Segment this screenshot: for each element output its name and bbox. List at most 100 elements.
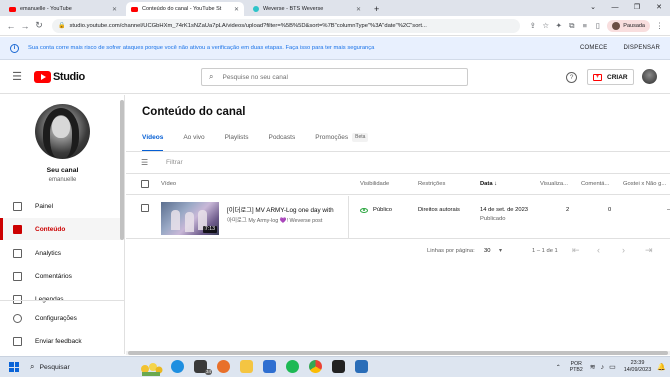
- capcut-icon[interactable]: [332, 360, 345, 373]
- sidebar-item-settings[interactable]: Configurações: [0, 307, 122, 329]
- bookmark-star-icon[interactable]: ☆: [539, 21, 552, 30]
- show-hidden-icons-icon[interactable]: ⌃: [556, 364, 561, 371]
- horizontal-scrollbar[interactable]: [126, 351, 670, 355]
- close-icon[interactable]: ✕: [356, 6, 361, 13]
- extensions-puzzle-icon[interactable]: ⧉: [565, 21, 578, 31]
- flowers-widget-icon[interactable]: [139, 358, 163, 376]
- reload-icon[interactable]: ↻: [32, 20, 46, 31]
- volume-icon[interactable]: ♪: [601, 364, 605, 371]
- column-header-restrictions[interactable]: Restrições: [418, 181, 445, 187]
- edge-browser-icon[interactable]: [171, 360, 184, 373]
- sidebar-scrollbar[interactable]: [120, 100, 124, 240]
- youtube-studio-favicon-icon: [131, 6, 138, 12]
- sidebar-item-feedback[interactable]: Enviar feedback: [0, 330, 122, 352]
- sidebar-item-dashboard[interactable]: Painel: [0, 195, 122, 217]
- taskbar-search[interactable]: ⌕ Pesquisar: [30, 362, 70, 372]
- menu-icon[interactable]: ☰: [0, 70, 34, 83]
- window-close-icon[interactable]: ✕: [648, 0, 670, 16]
- filter-icon[interactable]: ☰: [141, 158, 150, 167]
- date-value: 14 de set. de 2023: [480, 207, 529, 213]
- tab-playlists[interactable]: Playlists: [225, 134, 249, 150]
- video-title[interactable]: [이더로그] MV ARMY-Log one day with: [227, 205, 347, 214]
- close-icon[interactable]: ✕: [112, 6, 117, 13]
- lock-icon[interactable]: 🔒: [58, 22, 65, 29]
- address-bar[interactable]: 🔒 studio.youtube.com/channel/UCGbHXm_74r…: [52, 18, 521, 33]
- account-avatar[interactable]: [642, 69, 657, 84]
- beta-badge: Beta: [352, 133, 369, 142]
- wifi-icon[interactable]: ≋: [590, 363, 596, 371]
- channel-search-box[interactable]: ⌕: [201, 68, 468, 86]
- sidebar-item-content[interactable]: Conteúdo: [0, 218, 122, 240]
- firefox-icon[interactable]: [217, 360, 230, 373]
- table-header: Vídeo Visibilidade Restrições Data ↓ Vis…: [126, 175, 670, 195]
- tab-search-icon[interactable]: ⌄: [582, 0, 604, 16]
- next-page-icon[interactable]: ›: [622, 245, 625, 255]
- thumbnail-figure: [171, 210, 180, 230]
- column-header-visibility[interactable]: Visibilidade: [360, 181, 389, 187]
- select-all-checkbox[interactable]: [141, 180, 149, 188]
- tab-videos[interactable]: Vídeos: [142, 134, 164, 152]
- column-header-comments[interactable]: Comentá...: [581, 181, 609, 187]
- share-icon[interactable]: ⇪: [526, 21, 539, 30]
- side-panel-icon[interactable]: ▯: [591, 21, 604, 30]
- language-indicator[interactable]: POR PTB2: [570, 361, 583, 373]
- visibility-selector[interactable]: Público: [360, 207, 392, 213]
- dropdown-caret-icon[interactable]: ▾: [499, 247, 502, 254]
- tab-podcasts[interactable]: Podcasts: [268, 134, 295, 150]
- column-header-date[interactable]: Data ↓: [480, 181, 497, 187]
- forward-icon[interactable]: →: [18, 21, 32, 31]
- rows-per-page-select[interactable]: 30: [484, 248, 490, 254]
- help-icon[interactable]: ?: [566, 72, 577, 83]
- sidebar-item-label: Comentários: [35, 272, 72, 280]
- sidebar-item-analytics[interactable]: Analytics: [0, 242, 122, 264]
- taskbar-search-label: Pesquisar: [39, 363, 70, 371]
- scrollbar-thumb[interactable]: [128, 351, 668, 355]
- windows-start-icon[interactable]: [9, 362, 19, 372]
- back-icon[interactable]: ←: [4, 21, 18, 31]
- search-icon: ⌕: [209, 72, 214, 81]
- new-tab-button[interactable]: +: [374, 2, 379, 16]
- filter-input[interactable]: Filtrar: [166, 159, 183, 166]
- profile-paused-button[interactable]: Pausada: [607, 19, 650, 32]
- sidebar-item-label: Conteúdo: [35, 225, 66, 233]
- channel-avatar[interactable]: [35, 104, 90, 159]
- filter-bar[interactable]: ☰ Filtrar: [126, 152, 670, 174]
- spotify-icon[interactable]: [286, 360, 299, 373]
- file-explorer-icon[interactable]: [240, 360, 253, 373]
- table-row[interactable]: 7:13 [이더로그] MV ARMY-Log one day with 아미로…: [126, 196, 670, 239]
- previous-page-icon[interactable]: ‹: [597, 245, 600, 255]
- column-header-views[interactable]: Visualiza...: [540, 181, 568, 187]
- last-page-icon[interactable]: ⇥: [645, 245, 653, 256]
- more-menu-icon[interactable]: ⋮: [653, 21, 666, 30]
- browser-tab-studio[interactable]: Conteúdo do canal - YouTube St ✕: [126, 2, 244, 16]
- dismiss-button[interactable]: DISPENSAR: [624, 45, 660, 51]
- column-header-likes[interactable]: Gostei x Não g...: [623, 181, 666, 187]
- studio-logo[interactable]: Studio: [34, 70, 85, 83]
- row-checkbox[interactable]: [141, 204, 149, 212]
- browser-tab-weverse[interactable]: Weverse - BTS Weverse ✕: [248, 2, 366, 16]
- extension-icon[interactable]: ✦: [552, 21, 565, 30]
- reading-list-icon[interactable]: ≡: [578, 21, 591, 30]
- restrictions-value[interactable]: Direitos autorais: [418, 207, 460, 213]
- tab-promotions[interactable]: Promoções Beta: [315, 133, 369, 150]
- close-icon[interactable]: ✕: [234, 6, 239, 13]
- microsoft-store-icon[interactable]: [263, 360, 276, 373]
- battery-icon[interactable]: ▭: [609, 363, 616, 371]
- maximize-icon[interactable]: ❐: [626, 0, 648, 16]
- taskbar-clock[interactable]: 23:39 14/09/2023: [624, 360, 652, 374]
- task-view-icon[interactable]: 34: [194, 360, 212, 375]
- minimize-icon[interactable]: —: [604, 0, 626, 16]
- tab-promotions-label: Promoções: [315, 134, 349, 141]
- first-page-icon[interactable]: ⇤: [572, 245, 580, 256]
- video-thumbnail[interactable]: 7:13: [161, 202, 219, 235]
- tab-live[interactable]: Ao vivo: [183, 134, 204, 150]
- chrome-icon[interactable]: [309, 360, 322, 373]
- page-title: Conteúdo do canal: [142, 106, 246, 118]
- start-button[interactable]: COMECE: [580, 45, 608, 51]
- browser-tab-youtube[interactable]: emanuelle - YouTube ✕: [4, 2, 122, 16]
- sidebar-item-comments[interactable]: Comentários: [0, 265, 122, 287]
- channel-search-input[interactable]: [222, 73, 460, 81]
- notifications-bell-icon[interactable]: 🔔: [657, 363, 666, 371]
- photos-icon[interactable]: [355, 360, 368, 373]
- create-button[interactable]: + CRIAR: [587, 69, 634, 85]
